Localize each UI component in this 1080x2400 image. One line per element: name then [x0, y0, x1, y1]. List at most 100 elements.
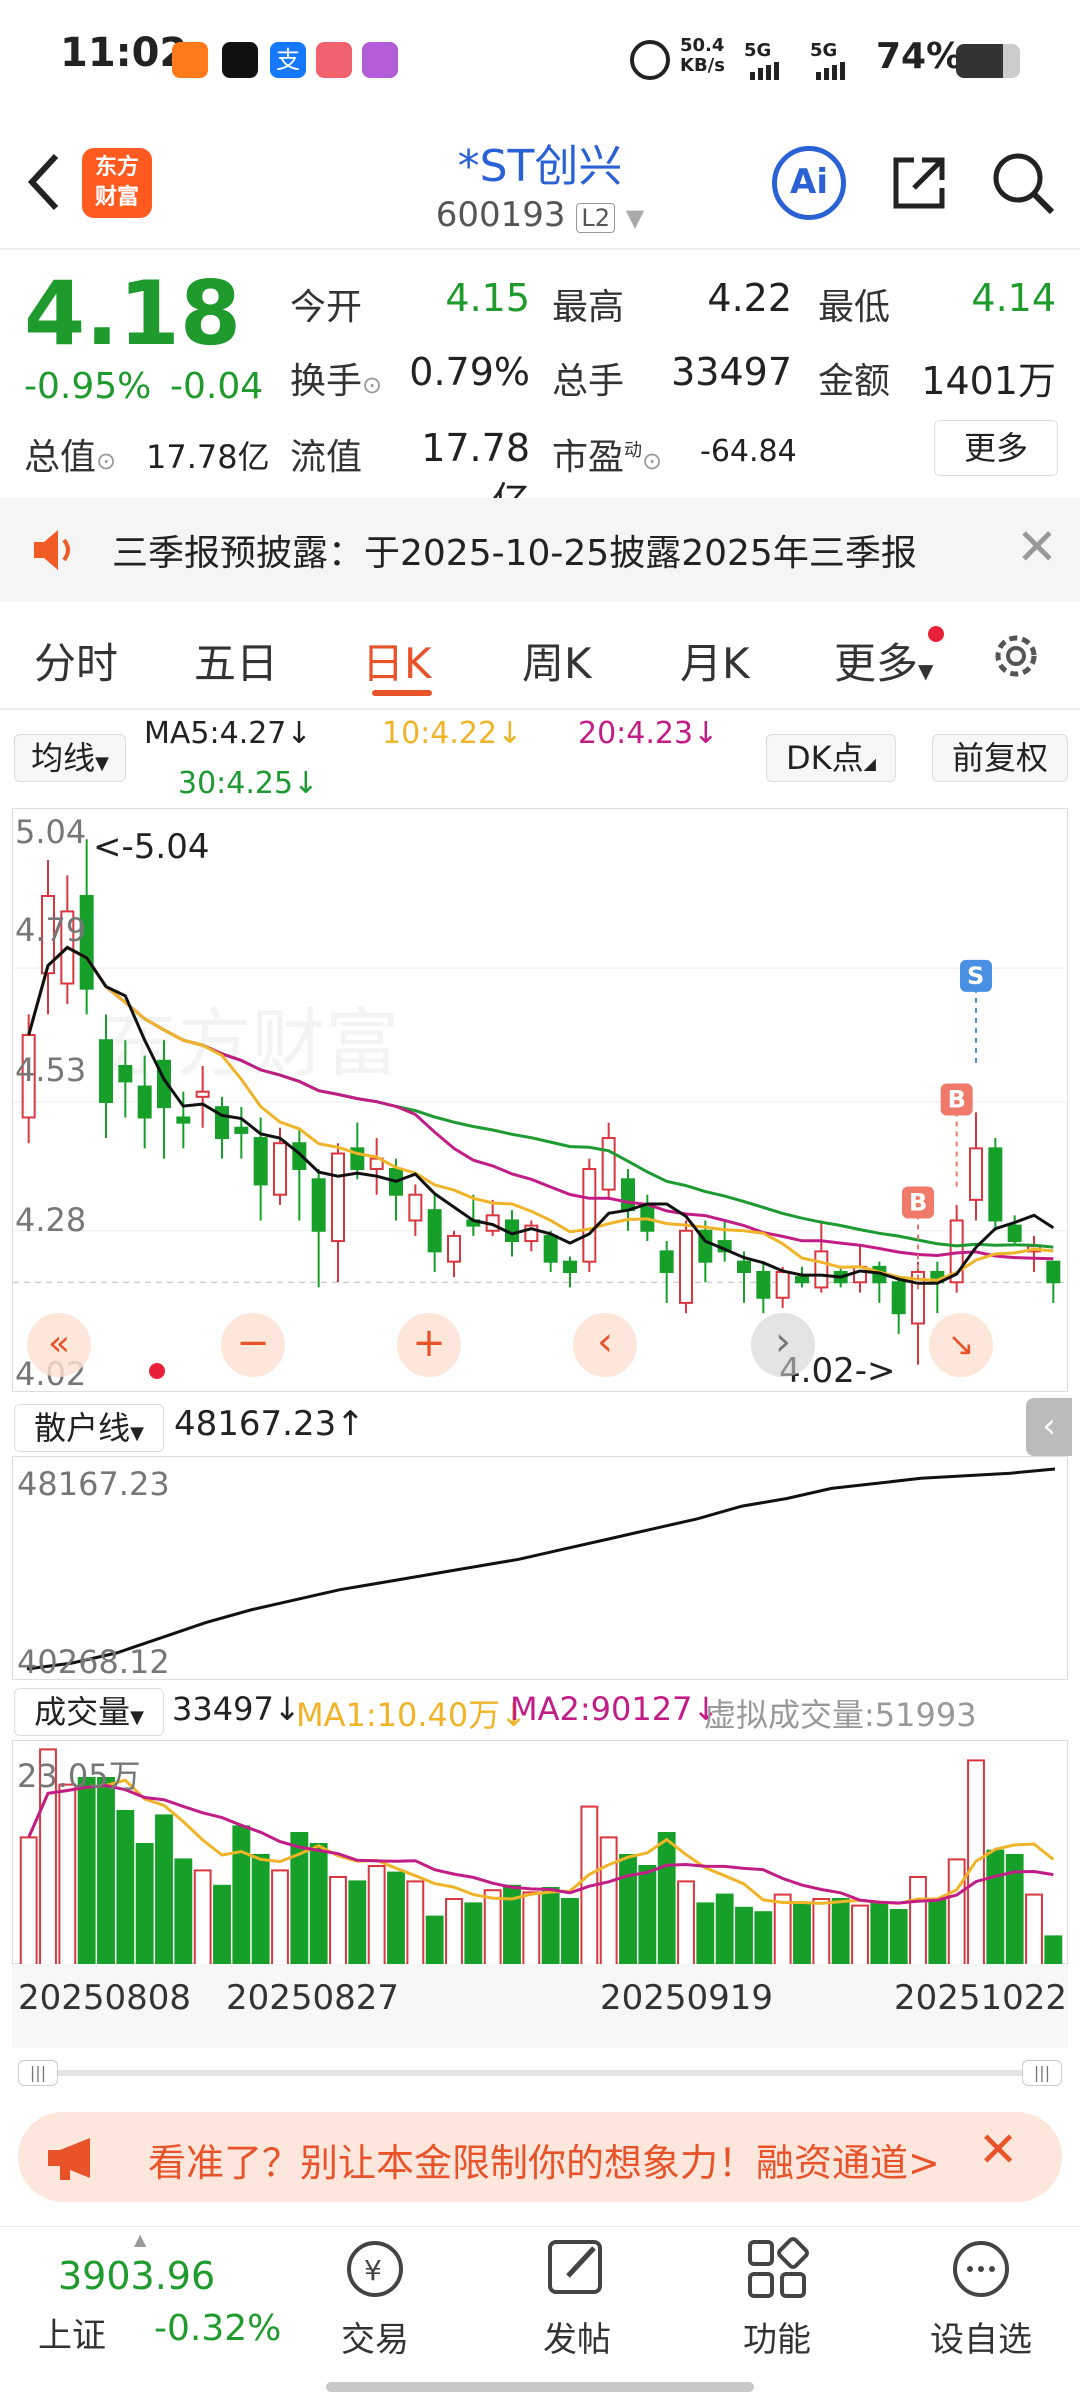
volume-bar [483, 1889, 502, 1965]
zoom-out-button[interactable]: − [221, 1313, 285, 1377]
retail-line-chart [26, 1467, 1056, 1671]
volume-bar [232, 1825, 251, 1965]
jump-latest-button[interactable]: ↘ [929, 1313, 993, 1377]
amount-value: 1401万 [921, 359, 1056, 403]
trade-icon[interactable]: ¥ [342, 2236, 408, 2302]
turnover-value: 0.79% [409, 350, 530, 394]
candle [891, 1281, 906, 1315]
volume-bar [599, 1836, 618, 1965]
more-button[interactable]: 更多 [934, 420, 1058, 476]
pe-label: 市盈动⊙ [552, 437, 663, 478]
nav-post[interactable]: 发帖 [507, 2312, 647, 2361]
range-scrollbar[interactable]: ||| ||| [18, 2060, 1062, 2086]
tab-five-day[interactable]: 五日 [194, 630, 278, 691]
virtual-volume: 虚拟成交量:51993 [704, 1696, 977, 1734]
scroll-handle-right[interactable]: ||| [1022, 2060, 1062, 2086]
buy-marker-label: B [948, 1085, 966, 1113]
tab-monthly-k[interactable]: 月K [680, 630, 750, 691]
ai-button[interactable]: Ai [772, 146, 846, 220]
scroll-handle-left[interactable]: ||| [18, 2060, 58, 2086]
signal-2: 5G [810, 40, 838, 61]
share-icon[interactable] [886, 150, 952, 216]
volume-value: 33497 [671, 350, 792, 394]
collapse-panel-button[interactable]: ‹ [1026, 1398, 1072, 1456]
sell-marker-label: S [967, 962, 984, 990]
pan-right-button[interactable]: › [751, 1313, 815, 1377]
volume-bar [135, 1843, 154, 1965]
adjust-select[interactable]: 前复权 [932, 734, 1068, 782]
volume-chart [19, 1748, 1063, 1965]
index-name[interactable]: 上证 [38, 2308, 106, 2357]
nav-functions[interactable]: 功能 [707, 2312, 847, 2361]
retail-line-value: 48167.23↑ [174, 1404, 365, 1444]
nav-trade[interactable]: 交易 [305, 2312, 445, 2361]
close-icon[interactable]: ✕ [978, 2122, 1018, 2178]
volume-bar [541, 1887, 560, 1965]
post-icon[interactable] [544, 2236, 610, 2302]
signal-1: 5G [744, 40, 772, 61]
volume-bar [831, 1898, 850, 1965]
tab-intraday[interactable]: 分时 [34, 630, 118, 691]
active-tab-indicator [372, 690, 432, 696]
volume-bar [793, 1902, 811, 1965]
tab-weekly-k[interactable]: 周K [522, 630, 592, 691]
float-cap-label: 流值 [290, 437, 363, 478]
high-value: 4.22 [707, 276, 792, 320]
pan-left-button[interactable]: ‹ [573, 1313, 637, 1377]
candle [679, 1229, 693, 1304]
zoom-out-all-button[interactable]: « [27, 1313, 91, 1377]
tab-more[interactable]: 更多▼ [834, 630, 933, 691]
speaker-icon [30, 526, 80, 578]
kline-panel[interactable]: 东方财富 SBB 5.04 4.79 4.53 4.28 4.02 <-5.04… [12, 808, 1069, 1393]
tab-daily-k[interactable]: 日K [362, 630, 432, 691]
close-icon[interactable]: ✕ [1016, 518, 1058, 576]
dk-point-select[interactable]: DK点◢ [766, 734, 896, 782]
volume-bar [19, 1836, 38, 1965]
low-value: 4.14 [971, 276, 1056, 320]
candle [447, 1234, 461, 1263]
date-label: 20251022 [894, 1978, 1068, 2018]
volume-bar [329, 1876, 347, 1965]
kline-chart[interactable]: 东方财富 SBB [13, 809, 1069, 1393]
volume-bar [947, 1858, 966, 1965]
search-icon[interactable] [990, 150, 1056, 216]
index-value[interactable]: 3903.96 [58, 2254, 215, 2298]
retail-line [26, 1467, 1056, 1671]
volume-value: 33497↓ [172, 1690, 301, 1728]
volume-bar [1025, 1893, 1043, 1965]
candle [1007, 1224, 1022, 1243]
ma-select[interactable]: 均线▼ [14, 734, 126, 782]
volume-bar [387, 1871, 405, 1965]
ad-banner[interactable]: 看准了？别让本金限制你的想象力！融资通道> ✕ [18, 2112, 1062, 2202]
home-indicator [326, 2382, 754, 2392]
volume-select[interactable]: 成交量▼ [14, 1688, 164, 1736]
volume-bar [309, 1843, 328, 1965]
divider [0, 248, 1080, 250]
market-cap-value: 17.78亿 [146, 438, 270, 476]
volume-bar [735, 1906, 753, 1965]
battery-percent: 74% [876, 36, 963, 77]
date-label: 20250919 [600, 1978, 774, 2018]
gear-icon[interactable] [988, 628, 1044, 684]
candle [311, 1178, 326, 1232]
candle [176, 1116, 191, 1124]
turnover-label: 换手⊙ [290, 361, 383, 402]
volume-bar [97, 1777, 115, 1965]
retail-line-panel[interactable]: 48167.23 40268.12 [12, 1456, 1068, 1681]
candle [814, 1250, 829, 1289]
volume-bar [251, 1854, 270, 1965]
add-watchlist-icon[interactable] [948, 2236, 1014, 2302]
nav-add-watchlist[interactable]: 设自选 [911, 2312, 1051, 2361]
status-time: 11:02 [60, 30, 188, 76]
volume-bar [348, 1880, 367, 1965]
volume-panel[interactable]: 23.05万 [12, 1740, 1068, 1965]
volume-bar [271, 1869, 289, 1965]
functions-icon[interactable] [744, 2236, 810, 2302]
amount-label: 金额 [818, 361, 891, 402]
zoom-in-button[interactable]: + [397, 1313, 461, 1377]
volume-bar [812, 1898, 831, 1965]
ma20-label: 20:4.23↓ [578, 716, 719, 751]
notice-bar[interactable]: 三季报预披露：于2025-10-25披露2025年三季报 ✕ [0, 498, 1080, 602]
indicator-select[interactable]: 散户线▼ [14, 1404, 164, 1452]
y-tick: 48167.23 [17, 1465, 170, 1503]
